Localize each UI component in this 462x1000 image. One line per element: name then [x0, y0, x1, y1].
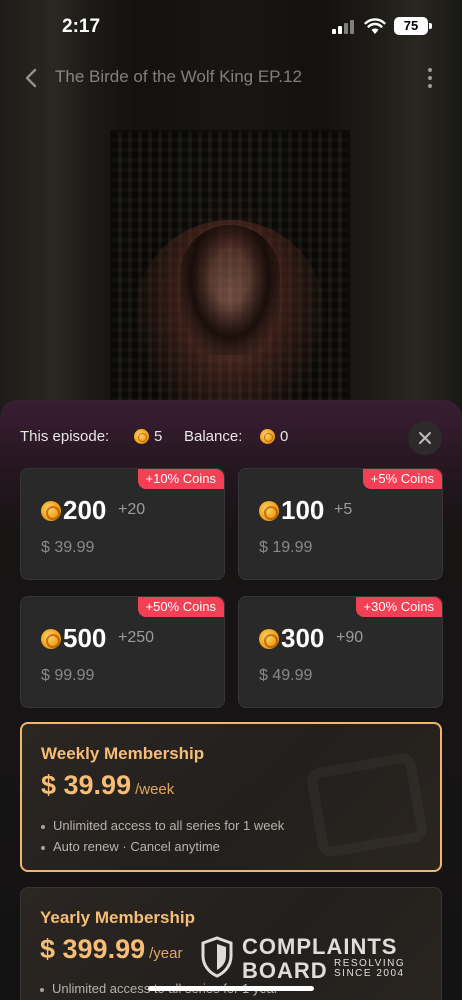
cost-summary: This episode: 5 Balance: 0 — [20, 426, 442, 448]
coin-bonus: +5 — [334, 501, 353, 518]
close-icon — [419, 432, 431, 444]
coin-icon — [41, 629, 61, 649]
unlock-episode-sheet: This episode: 5 Balance: 0 +10% Coins 20… — [0, 400, 462, 1000]
balance-label: Balance: — [184, 428, 243, 445]
membership-title: Weekly Membership — [41, 744, 205, 763]
back-arrow-icon[interactable] — [20, 66, 44, 90]
membership-price: $ 399.99 — [40, 934, 146, 964]
coin-price: $ 49.99 — [259, 667, 313, 684]
coin-amount: 300 — [281, 623, 325, 653]
shield-logo-icon — [201, 936, 233, 978]
close-button[interactable] — [408, 421, 442, 455]
coin-price: $ 39.99 — [41, 539, 95, 556]
wifi-icon — [364, 18, 386, 34]
watermark-tagline-2: SINCE 2004 — [334, 968, 405, 979]
watermark-tagline: RESOLVING SINCE 2004 — [334, 959, 414, 979]
membership-title: Yearly Membership — [40, 908, 195, 927]
coin-pack-300[interactable]: +30% Coins 300 +90 $ 49.99 — [238, 596, 443, 708]
card-decoration — [305, 751, 429, 859]
watermark-line2: BOARD — [242, 958, 328, 983]
complaints-board-watermark: COMPLAINTS BOARD RESOLVING SINCE 2004 — [200, 934, 420, 984]
more-options-icon[interactable] — [420, 66, 440, 90]
coin-pack-500[interactable]: +50% Coins 500 +250 $ 99.99 — [20, 596, 225, 708]
coin-icon — [259, 501, 279, 521]
bonus-badge: +30% Coins — [355, 597, 442, 617]
coin-price: $ 99.99 — [41, 667, 95, 684]
battery-icon: 75 — [394, 17, 432, 35]
coin-bonus: +90 — [336, 629, 364, 646]
coin-bonus: +250 — [118, 629, 155, 646]
home-indicator[interactable] — [148, 986, 314, 991]
coin-pack-100[interactable]: +5% Coins 100 +5 $ 19.99 — [238, 468, 443, 580]
coin-icon — [41, 501, 61, 521]
balance-value: 0 — [280, 428, 289, 445]
bonus-badge: +50% Coins — [137, 597, 224, 617]
coin-icon — [134, 429, 149, 444]
membership-price-row: $ 39.99/week — [41, 770, 174, 801]
status-time: 2:17 — [62, 16, 101, 37]
status-bar: 2:17 75 — [0, 0, 462, 52]
episode-title: The Birde of the Wolf King EP.12 — [55, 67, 302, 86]
membership-period: /year — [149, 945, 183, 962]
membership-feature: Unlimited access to all series for 1 wee… — [41, 818, 284, 833]
watermark-line1: COMPLAINTS — [242, 934, 398, 959]
coin-icon — [259, 629, 279, 649]
cellular-signal-icon — [332, 20, 356, 34]
membership-price: $ 39.99 — [41, 770, 132, 800]
coin-price: $ 19.99 — [259, 539, 313, 556]
weekly-membership-card[interactable]: Weekly Membership $ 39.99/week Unlimited… — [20, 722, 442, 872]
coin-icon — [260, 429, 275, 444]
coin-amount: 200 — [63, 495, 107, 525]
membership-period: /week — [135, 781, 175, 798]
membership-price-row: $ 399.99/year — [40, 934, 182, 965]
bonus-badge: +10% Coins — [137, 469, 224, 489]
coin-bonus: +20 — [118, 501, 146, 518]
player-header: The Birde of the Wolf King EP.12 — [0, 58, 462, 98]
coin-amount: 100 — [281, 495, 325, 525]
episode-cost-value: 5 — [154, 428, 163, 445]
coin-amount: 500 — [63, 623, 107, 653]
episode-cost-label: This episode: — [20, 428, 110, 445]
coin-pack-200[interactable]: +10% Coins 200 +20 $ 39.99 — [20, 468, 225, 580]
bonus-badge: +5% Coins — [362, 469, 442, 489]
membership-feature: Auto renew · Cancel anytime — [41, 839, 220, 854]
